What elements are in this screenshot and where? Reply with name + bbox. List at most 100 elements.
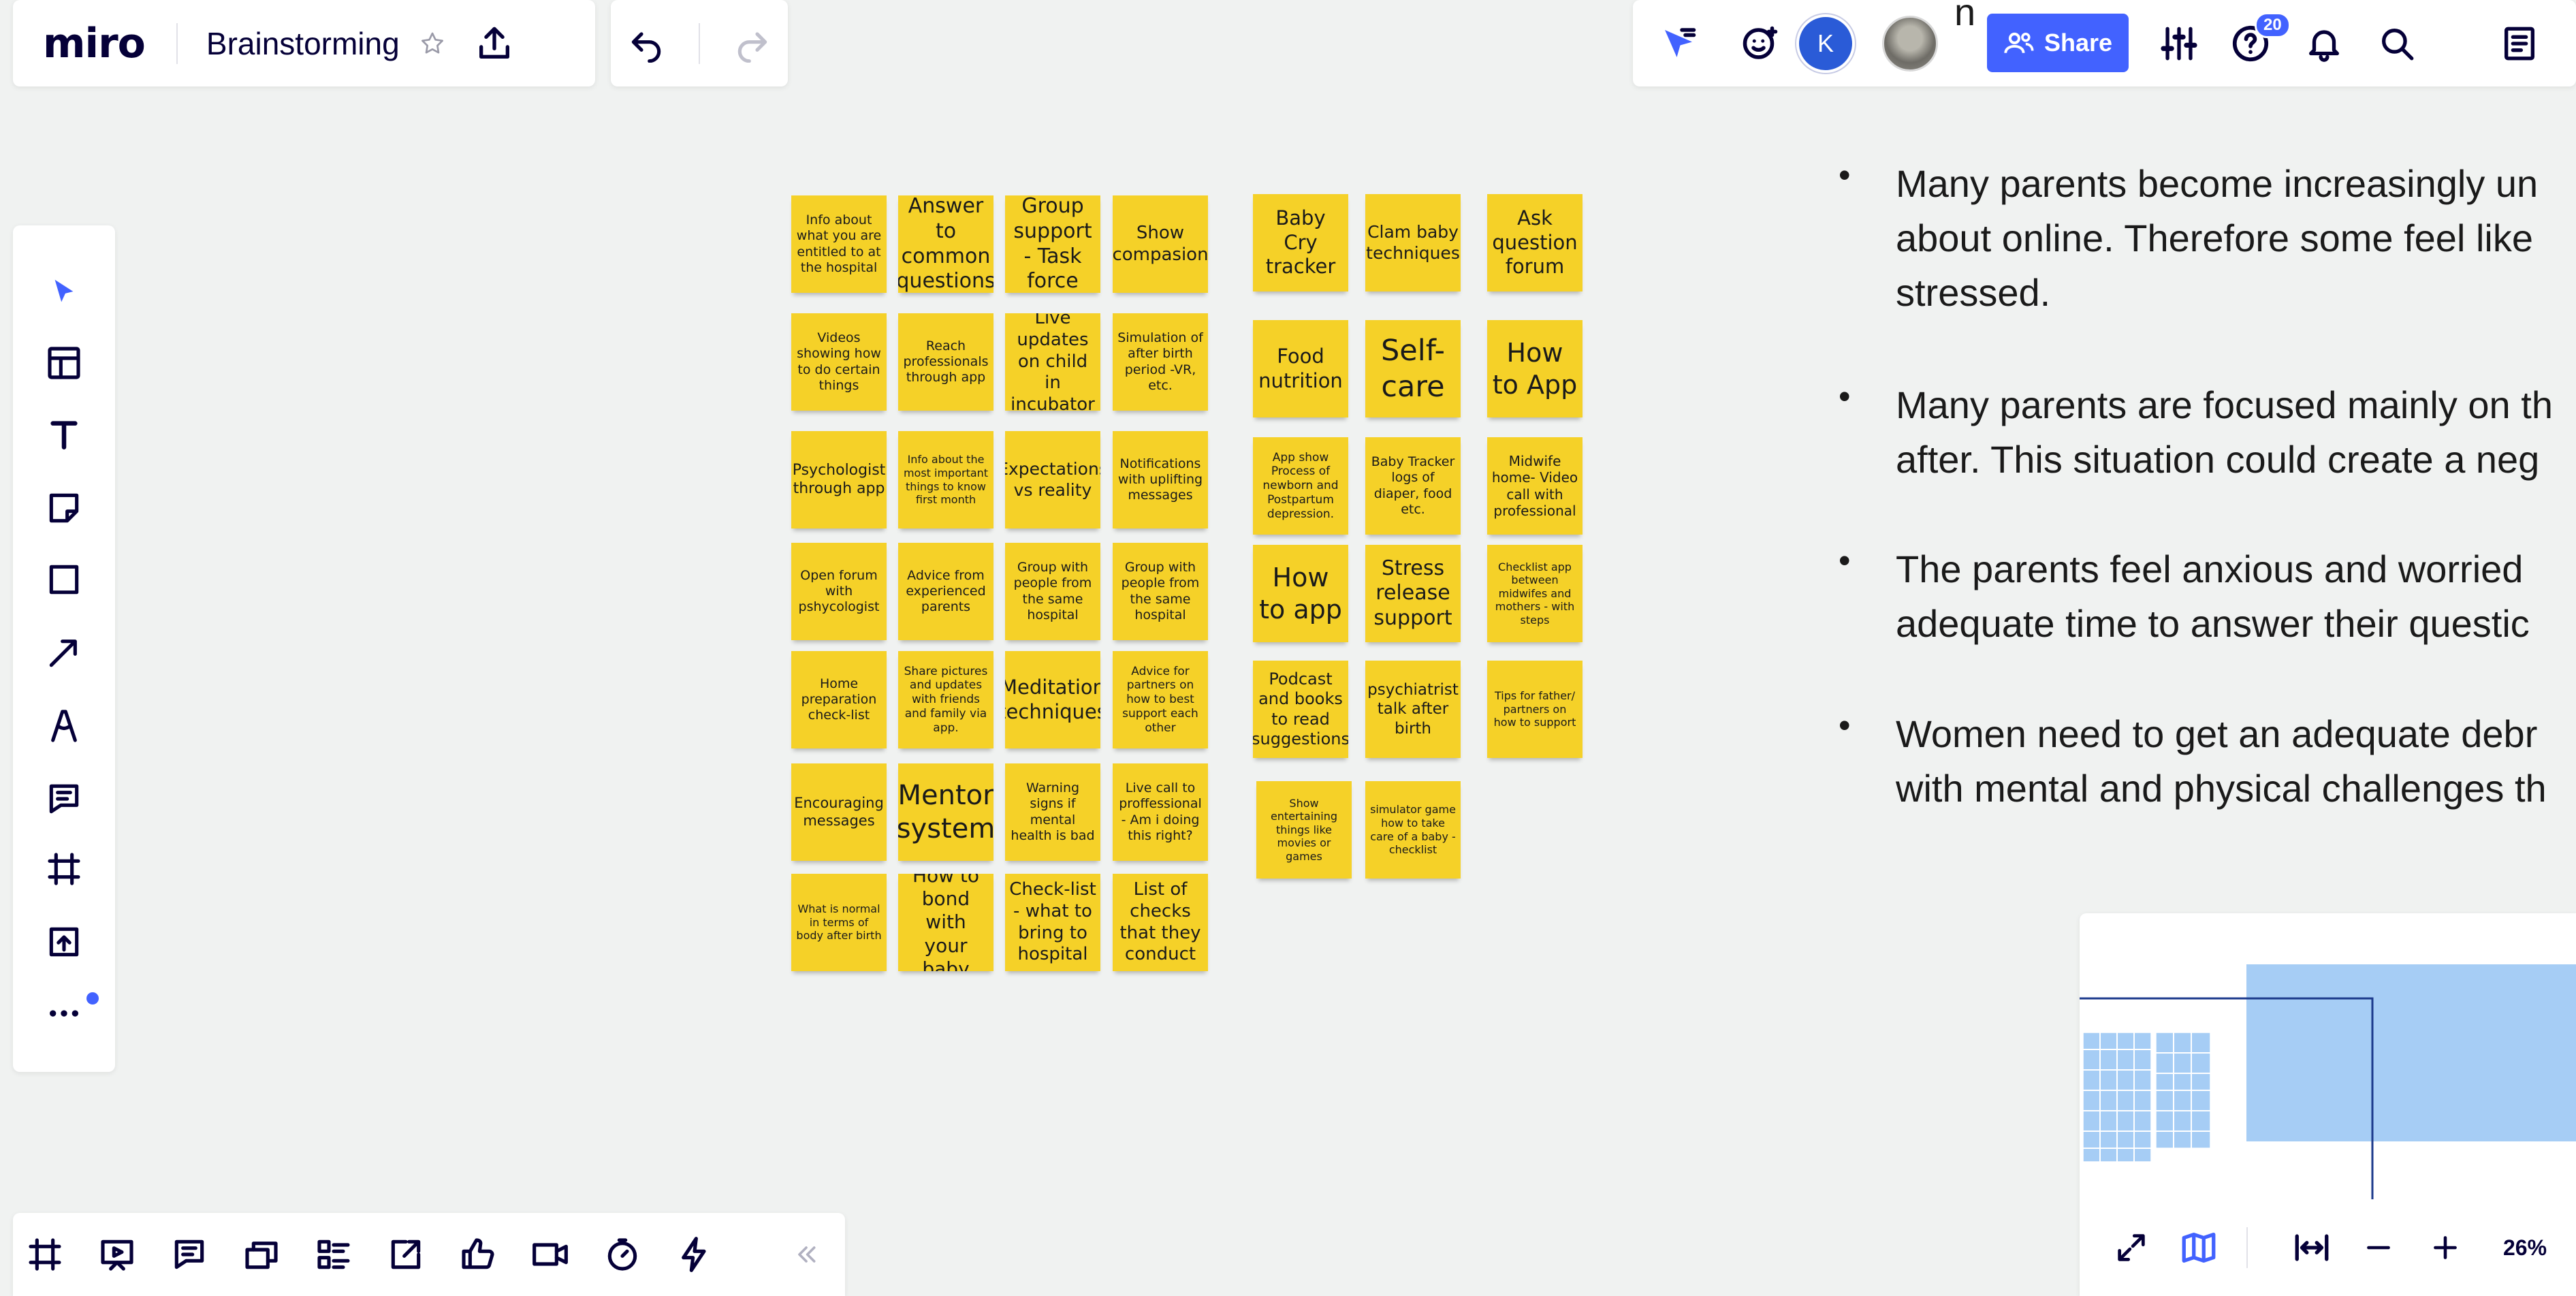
- sticky-note[interactable]: Podcast and books to read suggestions: [1253, 661, 1348, 758]
- shape-icon[interactable]: [13, 549, 115, 610]
- note-line: Many parents are focused mainly on th: [1896, 383, 2553, 426]
- sticky-note[interactable]: Group with people from the same hospital: [1005, 543, 1100, 640]
- sticky-note[interactable]: Baby Tracker logs of diaper, food etc.: [1365, 437, 1461, 535]
- note-line: Many parents become increasingly un: [1896, 162, 2539, 205]
- sticky-note[interactable]: Notifications with uplifting messages: [1113, 431, 1208, 528]
- board-header: miro Brainstorming: [13, 0, 595, 86]
- undo-divider: [698, 22, 700, 64]
- sticky-note[interactable]: Advice for partners on how to best suppo…: [1113, 651, 1208, 748]
- sticky-note[interactable]: Meditation techniques: [1005, 651, 1100, 748]
- sticky-note[interactable]: Checklist app between midwifes and mothe…: [1487, 545, 1583, 642]
- sticky-note[interactable]: Warning signs if mental health is bad: [1005, 763, 1100, 861]
- sticky-note[interactable]: App show Process of newborn and Postpart…: [1253, 437, 1348, 535]
- sticky-note[interactable]: Self-care: [1365, 320, 1461, 417]
- sticky-note[interactable]: Expectations vs reality: [1005, 431, 1100, 528]
- templates-icon[interactable]: [13, 332, 115, 394]
- more-indicator-dot: [86, 992, 99, 1005]
- timer-icon[interactable]: [592, 1213, 653, 1296]
- collapse-icon[interactable]: [776, 1213, 837, 1296]
- note-line: The parents feel anxious and worried: [1896, 548, 2524, 590]
- sticky-note[interactable]: Tips for father/ partners on how to supp…: [1487, 661, 1583, 758]
- sticky-note[interactable]: Food nutrition: [1253, 320, 1348, 417]
- sticky-note[interactable]: Psychologist through app: [791, 431, 887, 528]
- sticky-note[interactable]: Ask question forum: [1487, 194, 1583, 291]
- sticky-note[interactable]: How to App: [1487, 320, 1583, 417]
- sticky-note[interactable]: Stress release support: [1365, 545, 1461, 642]
- pen-icon[interactable]: [13, 695, 115, 757]
- sticky-note[interactable]: Live updates on child in incubator: [1005, 313, 1100, 411]
- sticky-note[interactable]: Live call to proffessional - Am i doing …: [1113, 763, 1208, 861]
- video-call-icon[interactable]: [520, 1213, 581, 1296]
- activity-icon[interactable]: [664, 1213, 725, 1296]
- sticky-note[interactable]: Group support - Task force: [1005, 195, 1100, 293]
- bullet: •: [1839, 156, 1851, 194]
- sticky-note[interactable]: Midwife home- Video call with profession…: [1487, 437, 1583, 535]
- bullet: •: [1839, 377, 1851, 415]
- comments-icon[interactable]: [159, 1213, 220, 1296]
- board-title[interactable]: Brainstorming: [206, 25, 400, 62]
- text-icon[interactable]: [13, 404, 115, 465]
- upload-icon[interactable]: [13, 911, 115, 973]
- sticky-note[interactable]: Mentor system: [898, 763, 993, 861]
- fullscreen-icon[interactable]: [2114, 1230, 2149, 1265]
- sticky-note[interactable]: Simulation of after birth period -VR, et…: [1113, 313, 1208, 411]
- bullet: •: [1839, 541, 1851, 580]
- sticky-note[interactable]: Info about what you are entitled to at t…: [791, 195, 887, 293]
- undo-redo-bar: [611, 0, 788, 86]
- sticky-note[interactable]: Show compasion: [1113, 195, 1208, 293]
- reactions-icon[interactable]: [1733, 0, 1787, 86]
- sticky-note[interactable]: Clam baby techniques: [1365, 194, 1461, 291]
- sticky-note[interactable]: Answer to common questions: [898, 195, 993, 293]
- export-icon[interactable]: [475, 24, 514, 63]
- minimap[interactable]: 26%: [2080, 913, 2576, 1296]
- sticky-note[interactable]: Check-list - what to bring to hospital: [1005, 874, 1100, 971]
- connection-line-icon[interactable]: [13, 622, 115, 683]
- note-line: Women need to get an adequate debr: [1896, 712, 2538, 755]
- sticky-note[interactable]: What is normal in terms of body after bi…: [791, 874, 887, 971]
- cards-icon[interactable]: [231, 1213, 292, 1296]
- share-screen-icon[interactable]: [375, 1213, 436, 1296]
- bullet: •: [1839, 706, 1851, 744]
- kanban-icon[interactable]: [303, 1213, 364, 1296]
- minimap-controls: 26%: [2080, 1199, 2576, 1296]
- sticky-note[interactable]: Open forum with pshycologist: [791, 543, 887, 640]
- sticky-note[interactable]: Videos showing how to do certain things: [791, 313, 887, 411]
- note-line: about online. Therefore some feel like: [1896, 217, 2533, 259]
- note-line: stressed.: [1896, 271, 2051, 314]
- frame-icon[interactable]: [13, 838, 115, 900]
- sticky-note[interactable]: Share pictures and updates with friends …: [898, 651, 993, 748]
- voting-icon[interactable]: [447, 1213, 509, 1296]
- sticky-note[interactable]: Reach professionals through app: [898, 313, 993, 411]
- sticky-note[interactable]: Group with people from the same hospital: [1113, 543, 1208, 640]
- presentation-icon[interactable]: [86, 1213, 148, 1296]
- undo-icon[interactable]: [627, 25, 665, 63]
- map-icon[interactable]: [2179, 1228, 2219, 1267]
- select-icon[interactable]: [13, 261, 115, 322]
- sticky-note-icon[interactable]: [13, 477, 115, 539]
- zoom-level[interactable]: 26%: [2503, 1235, 2547, 1261]
- redo-icon[interactable]: [733, 25, 772, 63]
- sticky-note[interactable]: Info about the most important things to …: [898, 431, 993, 528]
- star-icon[interactable]: [419, 30, 446, 57]
- zoom-out-icon[interactable]: [2362, 1231, 2396, 1265]
- sticky-note[interactable]: Advice from experienced parents: [898, 543, 993, 640]
- sticky-note[interactable]: Home preparation check-list: [791, 651, 887, 748]
- comment-icon[interactable]: [13, 768, 115, 829]
- sticky-note[interactable]: Encouraging messages: [791, 763, 887, 861]
- miro-logo[interactable]: miro: [43, 20, 146, 67]
- sticky-note[interactable]: List of checks that they conduct: [1113, 874, 1208, 971]
- sticky-note[interactable]: How to bond with your baby: [898, 874, 993, 971]
- zoom-in-icon[interactable]: [2428, 1231, 2462, 1265]
- minimap-preview[interactable]: [2080, 913, 2576, 1199]
- sticky-note[interactable]: Baby Cry tracker: [1253, 194, 1348, 291]
- sticky-note[interactable]: How to app: [1253, 545, 1348, 642]
- frames-icon[interactable]: [14, 1213, 76, 1296]
- sticky-note[interactable]: psychiatrist talk after birth: [1365, 661, 1461, 758]
- more-icon[interactable]: [13, 983, 115, 1044]
- fit-to-screen-icon[interactable]: [2292, 1228, 2332, 1267]
- sticky-note[interactable]: simulator game how to take care of a bab…: [1365, 781, 1461, 879]
- note-line: adequate time to answer their questic: [1896, 602, 2530, 645]
- attention-management-icon[interactable]: [1651, 0, 1706, 86]
- header-divider: [176, 22, 178, 64]
- sticky-note[interactable]: Show entertaining things like movies or …: [1256, 781, 1352, 879]
